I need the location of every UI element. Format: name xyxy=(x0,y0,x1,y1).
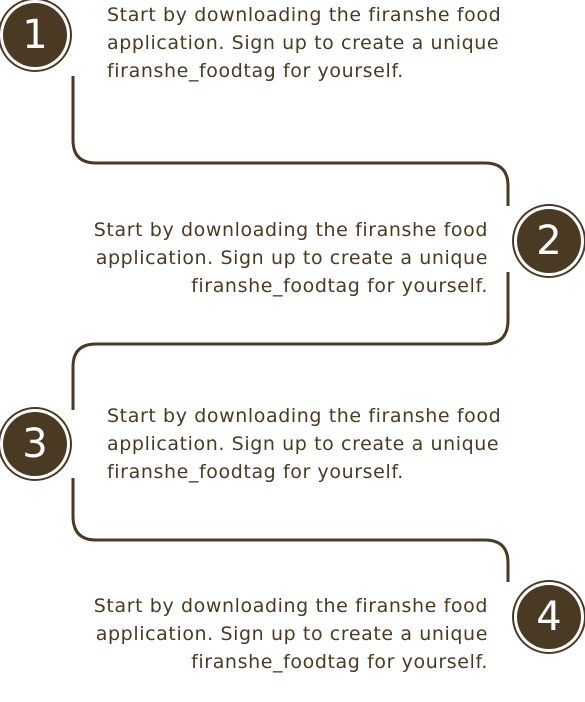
step-2-badge: 2 xyxy=(517,209,581,273)
step-3-text: Start by downloading the firanshe food a… xyxy=(107,405,502,483)
step-1-badge: 1 xyxy=(3,3,67,67)
step-4-text: Start by downloading the firanshe food a… xyxy=(93,595,488,673)
connector-segment-1-2 xyxy=(71,76,510,206)
step-3-badge: 3 xyxy=(3,412,67,476)
step-2-number: 2 xyxy=(536,218,562,264)
step-1-number: 1 xyxy=(22,12,48,58)
step-1-text: Start by downloading the firanshe food a… xyxy=(107,4,502,82)
connector-segment-3-4 xyxy=(71,478,510,582)
step-4-badge: 4 xyxy=(517,585,581,649)
step-2-text: Start by downloading the firanshe food a… xyxy=(93,219,488,297)
step-4-number: 4 xyxy=(536,594,562,640)
step-3-number: 3 xyxy=(22,421,48,467)
